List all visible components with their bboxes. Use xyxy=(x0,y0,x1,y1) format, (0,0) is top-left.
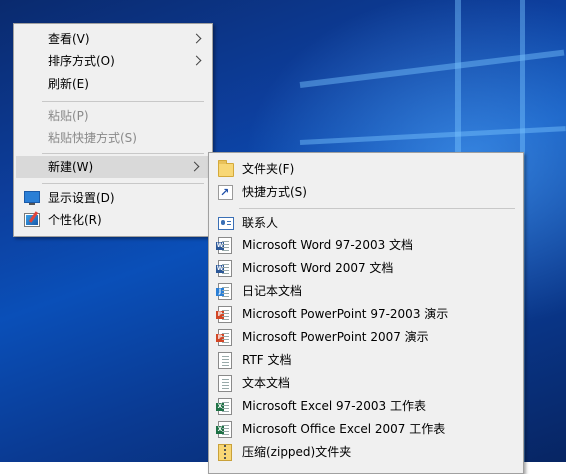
menu-item-label: 粘贴(P) xyxy=(48,109,89,123)
submenu-item-label: 压缩(zipped)文件夹 xyxy=(242,445,352,459)
menu-item-label: 个性化(R) xyxy=(48,213,102,227)
menu-item-label: 查看(V) xyxy=(48,32,90,46)
submenu-item-shortcut[interactable]: 快捷方式(S) xyxy=(209,181,523,204)
menu-separator xyxy=(42,153,204,154)
journal-doc-icon: J xyxy=(216,283,232,300)
submenu-item-label: 日记本文档 xyxy=(242,284,303,298)
menu-separator xyxy=(42,183,204,184)
personalize-icon xyxy=(24,213,40,227)
submenu-item-excel-2007[interactable]: X Microsoft Office Excel 2007 工作表 xyxy=(209,418,523,440)
submenu-item-label: 文件夹(F) xyxy=(242,162,295,176)
zip-folder-icon xyxy=(218,444,232,461)
menu-item-new[interactable]: 新建(W) xyxy=(16,156,210,178)
submenu-item-label: RTF 文档 xyxy=(242,353,292,367)
wallpaper-beam xyxy=(299,126,566,145)
submenu-item-label: 快捷方式(S) xyxy=(242,185,307,199)
menu-item-label: 粘贴快捷方式(S) xyxy=(48,131,137,145)
menu-item-label: 刷新(E) xyxy=(48,77,89,91)
submenu-item-excel-97-2003[interactable]: X Microsoft Excel 97-2003 工作表 xyxy=(209,395,523,417)
excel-icon: X xyxy=(216,398,232,415)
submenu-item-label: Microsoft Word 97-2003 文档 xyxy=(242,238,414,252)
excel-icon: X xyxy=(216,421,232,438)
menu-item-view[interactable]: 查看(V) xyxy=(14,28,212,50)
chevron-right-icon xyxy=(191,55,202,66)
submenu-item-label: Microsoft Excel 97-2003 工作表 xyxy=(242,399,426,413)
submenu-item-ppt-97-2003[interactable]: P Microsoft PowerPoint 97-2003 演示 xyxy=(209,303,523,325)
folder-icon xyxy=(218,160,234,177)
menu-item-paste[interactable]: 粘贴(P) xyxy=(14,105,212,127)
menu-separator xyxy=(239,208,515,209)
menu-item-paste-shortcut[interactable]: 粘贴快捷方式(S) xyxy=(14,127,212,149)
menu-separator xyxy=(42,101,204,102)
desktop-context-menu: 查看(V) 排序方式(O) 刷新(E) 粘贴(P) 粘贴快捷方式(S) 新建(W… xyxy=(13,23,213,237)
submenu-item-journal[interactable]: J 日记本文档 xyxy=(209,280,523,302)
new-submenu: 文件夹(F) 快捷方式(S) 联系人 W Microsoft Word 97-2… xyxy=(208,152,524,474)
powerpoint-icon: P xyxy=(216,329,232,346)
powerpoint-icon: P xyxy=(216,306,232,323)
menu-item-display-settings[interactable]: 显示设置(D) xyxy=(14,187,212,209)
submenu-item-contact[interactable]: 联系人 xyxy=(209,212,523,234)
menu-item-personalize[interactable]: 个性化(R) xyxy=(14,209,212,231)
submenu-item-word-97-2003[interactable]: W Microsoft Word 97-2003 文档 xyxy=(209,234,523,256)
submenu-item-label: Microsoft Office Excel 2007 工作表 xyxy=(242,422,446,436)
submenu-item-label: Microsoft Word 2007 文档 xyxy=(242,261,394,275)
chevron-right-icon xyxy=(191,33,202,44)
menu-item-refresh[interactable]: 刷新(E) xyxy=(14,73,212,95)
word-doc-icon: W xyxy=(216,260,232,277)
submenu-item-label: Microsoft PowerPoint 97-2003 演示 xyxy=(242,307,449,321)
shortcut-icon xyxy=(218,182,233,204)
submenu-item-rtf[interactable]: RTF 文档 xyxy=(209,349,523,371)
display-settings-icon xyxy=(24,191,40,205)
submenu-item-zip-folder[interactable]: 压缩(zipped)文件夹 xyxy=(209,441,523,463)
submenu-item-label: 文本文档 xyxy=(242,376,291,390)
menu-item-sort-by[interactable]: 排序方式(O) xyxy=(14,50,212,72)
menu-item-label: 排序方式(O) xyxy=(48,54,115,68)
submenu-item-word-2007[interactable]: W Microsoft Word 2007 文档 xyxy=(209,257,523,279)
submenu-item-text-doc[interactable]: 文本文档 xyxy=(209,372,523,394)
submenu-item-label: Microsoft PowerPoint 2007 演示 xyxy=(242,330,429,344)
menu-item-label: 新建(W) xyxy=(48,160,94,174)
submenu-item-ppt-2007[interactable]: P Microsoft PowerPoint 2007 演示 xyxy=(209,326,523,348)
submenu-item-folder[interactable]: 文件夹(F) xyxy=(209,158,523,180)
contact-icon xyxy=(218,217,234,230)
submenu-item-label: 联系人 xyxy=(242,216,279,230)
word-doc-icon: W xyxy=(216,237,232,254)
menu-item-label: 显示设置(D) xyxy=(48,191,115,205)
rtf-doc-icon xyxy=(218,352,232,369)
text-doc-icon xyxy=(218,375,232,392)
chevron-right-icon xyxy=(189,161,200,172)
